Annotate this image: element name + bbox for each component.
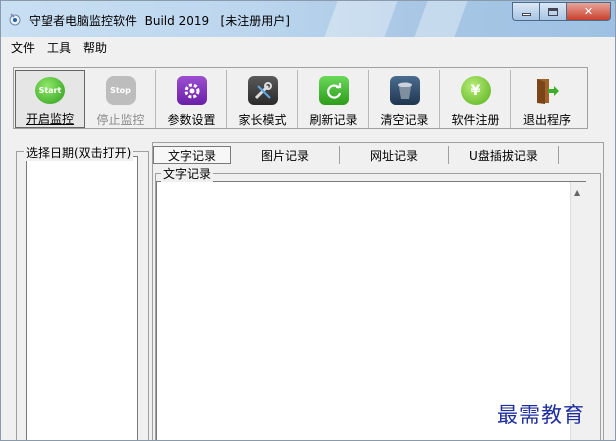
records-area: 文字记录 图片记录 网址记录 U盘插拔记录 文字记录 ▲ <box>152 142 604 440</box>
close-icon: ✕ <box>583 5 594 18</box>
clear-label: 清空记录 <box>380 113 429 127</box>
start-monitor-button[interactable]: Start 开启监控 <box>15 70 85 128</box>
tab-text-records-label: 文字记录 <box>168 148 217 163</box>
tab-text-records[interactable]: 文字记录 <box>153 146 232 164</box>
date-list[interactable] <box>26 156 138 440</box>
menu-bar: 文件 工具 帮助 <box>1 37 615 58</box>
scroll-up-icon[interactable]: ▲ <box>574 188 580 197</box>
menu-tools[interactable]: 工具 <box>41 39 77 56</box>
parent-mode-button[interactable]: 家长模式 <box>228 70 298 128</box>
parent-mode-label: 家长模式 <box>238 113 287 127</box>
register-label: 软件注册 <box>451 113 500 127</box>
tab-usb-records[interactable]: U盘插拔记录 <box>449 146 559 164</box>
date-group: 选择日期(双击打开) <box>16 144 149 440</box>
window-title: 守望者电脑监控软件 Build 2019 [未注册用户] <box>29 14 290 28</box>
exit-label: 退出程序 <box>522 113 571 127</box>
stop-icon: Stop <box>105 76 136 105</box>
stop-monitor-button[interactable]: Stop 停止监控 <box>86 70 156 128</box>
tab-image-records-label: 图片记录 <box>261 148 310 163</box>
start-monitor-label: 开启监控 <box>25 112 74 126</box>
maximize-icon <box>548 7 558 16</box>
exit-door-icon <box>532 76 562 105</box>
refresh-label: 刷新记录 <box>309 113 358 127</box>
gear-icon <box>176 76 207 105</box>
refresh-icon <box>318 76 349 105</box>
exit-button[interactable]: 退出程序 <box>512 70 582 128</box>
record-tabs: 文字记录 图片记录 网址记录 U盘插拔记录 <box>153 145 559 165</box>
maximize-button[interactable] <box>539 2 566 21</box>
minimize-icon <box>521 13 531 16</box>
window-controls: ✕ <box>512 2 611 21</box>
tab-usb-records-label: U盘插拔记录 <box>469 148 538 163</box>
tools-icon <box>247 76 278 105</box>
menu-file[interactable]: 文件 <box>5 39 41 56</box>
app-window: 守望者电脑监控软件 Build 2019 [未注册用户] ✕ 文件 工具 帮助 … <box>0 0 616 441</box>
app-eye-icon <box>9 13 21 26</box>
clear-button[interactable]: 清空记录 <box>370 70 440 128</box>
tab-image-records[interactable]: 图片记录 <box>231 146 341 164</box>
title-bar-glare <box>414 1 468 37</box>
title-bar[interactable]: 守望者电脑监控软件 Build 2019 [未注册用户] ✕ <box>1 1 615 37</box>
date-group-title: 选择日期(双击打开) <box>24 144 134 161</box>
content-group-title: 文字记录 <box>161 165 214 182</box>
start-icon: Start <box>35 77 65 104</box>
register-button[interactable]: ¥ 软件注册 <box>441 70 511 128</box>
yen-icon: ¥ <box>460 76 491 105</box>
trash-icon <box>389 76 420 105</box>
watermark-text: 最需教育 <box>497 403 585 427</box>
settings-button[interactable]: 参数设置 <box>157 70 227 128</box>
tab-url-records-label: 网址记录 <box>370 148 419 163</box>
close-button[interactable]: ✕ <box>566 2 611 21</box>
tab-url-records[interactable]: 网址记录 <box>340 146 450 164</box>
minimize-button[interactable] <box>512 2 539 21</box>
stop-monitor-label: 停止监控 <box>96 113 145 127</box>
refresh-button[interactable]: 刷新记录 <box>299 70 369 128</box>
title-bar-glare <box>324 1 398 37</box>
settings-label: 参数设置 <box>167 113 216 127</box>
toolbar: Start 开启监控 Stop 停止监控 参数设置 家长模式 刷新记录 清空记录… <box>13 67 588 129</box>
menu-help[interactable]: 帮助 <box>77 39 113 56</box>
